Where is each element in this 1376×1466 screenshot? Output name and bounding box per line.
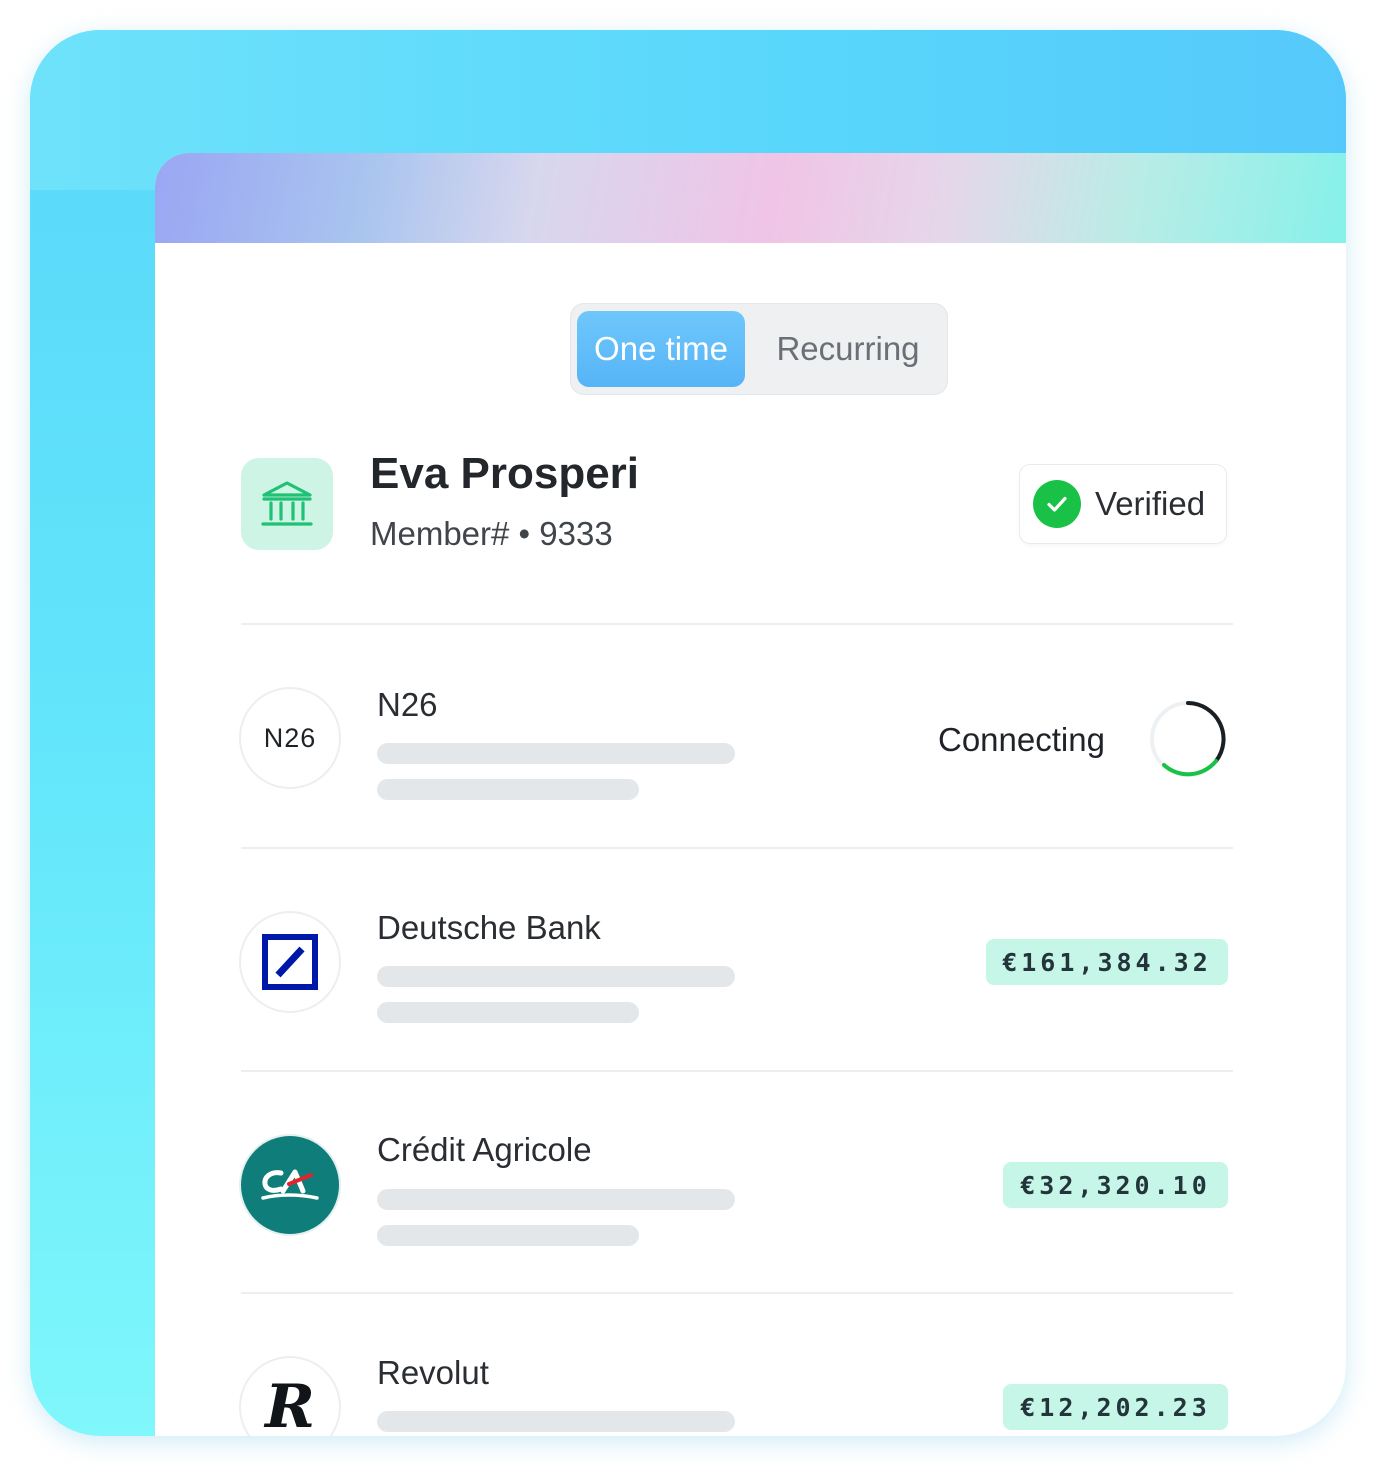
revolut-logo: R — [241, 1358, 339, 1436]
bank-building-icon — [261, 481, 313, 526]
app-frame: One time Recurring Eva Prosperi Member# … — [30, 30, 1346, 1436]
amount-badge: €161,384.32 — [986, 939, 1228, 985]
deutsche-bank-logo — [241, 913, 339, 1011]
divider — [241, 623, 1233, 625]
credit-agricole-logo — [241, 1136, 339, 1234]
account-icon-box — [241, 458, 333, 550]
bank-name-credit-agricole: Crédit Agricole — [377, 1131, 592, 1168]
check-circle-icon — [1033, 480, 1081, 528]
loading-spinner-icon — [1150, 701, 1226, 777]
amount-badge: €32,320.10 — [1003, 1162, 1228, 1208]
revolut-logo-text: R — [265, 1372, 315, 1436]
bank-name-revolut: Revolut — [377, 1354, 489, 1391]
card-gradient-banner — [155, 153, 1346, 243]
member-number: Member# • 9333 — [370, 515, 613, 552]
verified-label: Verified — [1095, 485, 1206, 522]
n26-logo: N26 — [241, 689, 339, 787]
verified-badge: Verified — [1020, 465, 1226, 543]
bank-name-n26: N26 — [377, 686, 438, 723]
divider — [241, 1070, 1233, 1072]
skeleton-line — [377, 1411, 735, 1432]
toggle-one-time[interactable]: One time — [577, 311, 745, 387]
divider — [241, 1292, 1233, 1294]
credit-agricole-ca-icon — [261, 1169, 319, 1200]
deutsche-bank-slash-icon — [262, 934, 318, 990]
skeleton-line — [377, 1002, 639, 1023]
skeleton-line — [377, 1225, 639, 1246]
payment-type-toggle: One time Recurring — [570, 303, 948, 395]
connecting-status: Connecting — [938, 721, 1105, 758]
skeleton-line — [377, 779, 639, 800]
account-holder-name: Eva Prosperi — [370, 449, 640, 498]
bank-name-deutsche-bank: Deutsche Bank — [377, 909, 601, 946]
skeleton-line — [377, 966, 735, 987]
n26-logo-text: N26 — [263, 722, 317, 753]
skeleton-line — [377, 743, 735, 764]
toggle-recurring[interactable]: Recurring — [755, 311, 941, 387]
divider — [241, 847, 1233, 849]
amount-badge: €12,202.23 — [1003, 1384, 1228, 1430]
payment-card: One time Recurring Eva Prosperi Member# … — [155, 153, 1346, 1436]
skeleton-line — [377, 1189, 735, 1210]
